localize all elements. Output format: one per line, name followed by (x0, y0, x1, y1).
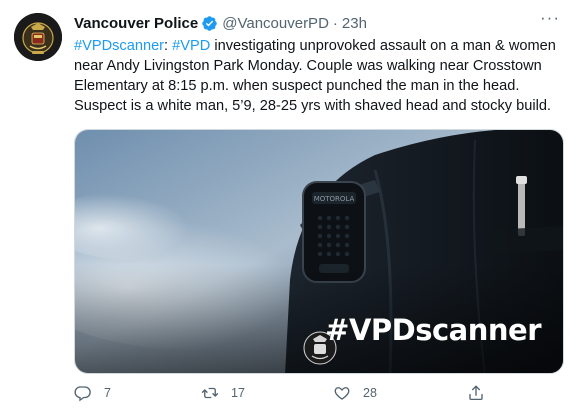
account-name[interactable]: Vancouver Police (74, 15, 198, 32)
hashtag-vpd[interactable]: #VPD (172, 38, 210, 54)
separator-dot: · (332, 14, 338, 32)
account-handle[interactable]: @VancouverPD (222, 15, 329, 32)
reply-button[interactable]: 7 (74, 384, 111, 402)
tweet-actions: 7 17 28 (74, 384, 494, 406)
tweet-text: #VPDscanner: #VPD investigating unprovok… (74, 36, 566, 116)
tweet-media-image[interactable]: MOTOROLA #VPDscanner (74, 129, 564, 374)
media-hashtag-caption: #VPDscanner (325, 313, 541, 347)
share-button[interactable] (467, 384, 485, 402)
verified-badge-icon (201, 15, 218, 32)
retweet-button[interactable]: 17 (201, 384, 245, 402)
tweet-header: Vancouver Police @VancouverPD · 23h (74, 13, 367, 33)
like-button[interactable]: 28 (333, 384, 377, 402)
retweet-count: 17 (231, 386, 245, 400)
hashtag-vpdscanner[interactable]: #VPDscanner (74, 38, 164, 54)
tweet: Vancouver Police @VancouverPD · 23h ··· … (0, 0, 576, 413)
more-options-icon[interactable]: ··· (538, 9, 562, 31)
share-icon (469, 385, 483, 401)
reply-icon (74, 386, 91, 402)
avatar[interactable] (14, 13, 62, 61)
retweet-icon (201, 387, 219, 399)
like-count: 28 (363, 386, 377, 400)
tweet-timestamp[interactable]: 23h (342, 15, 367, 32)
vpd-badge-icon (14, 13, 62, 61)
tweet-text-colon: : (164, 38, 173, 54)
heart-icon (334, 387, 350, 400)
reply-count: 7 (104, 386, 111, 400)
